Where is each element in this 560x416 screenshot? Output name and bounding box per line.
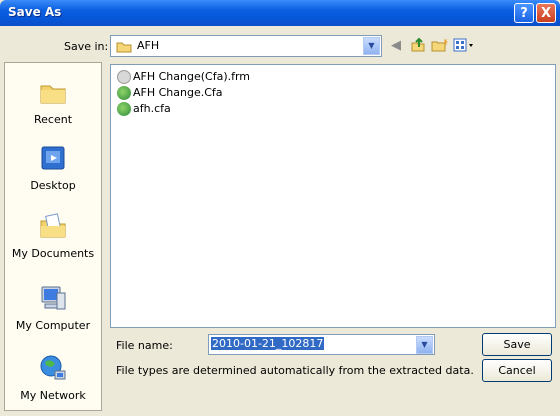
chevron-down-icon[interactable]: ▼ [416,336,433,354]
place-recent[interactable]: Recent [5,77,101,126]
views-menu-icon[interactable] [452,37,478,55]
chevron-down-icon[interactable]: ▼ [363,37,380,55]
folder-icon [116,42,132,53]
new-folder-icon[interactable] [430,37,450,55]
file-list[interactable]: AFH Change(Cfa).frm AFH Change.Cfa afh.c… [110,64,556,328]
my-documents-icon [40,213,66,238]
place-recent-label: Recent [33,113,73,126]
my-computer-icon [41,286,66,310]
up-folder-icon[interactable] [408,37,428,55]
desktop-icon [41,146,65,170]
place-my-documents-label: My Documents [11,247,95,260]
file-name-text: afh.cfa [133,102,171,115]
file-name-label: File name: [116,339,173,352]
save-in-label: Save in: [64,40,109,53]
frm-file-icon [117,70,131,84]
file-types-note: File types are determined automatically … [116,364,474,377]
place-my-computer[interactable]: My Computer [5,283,101,332]
place-my-network-label: My Network [20,389,86,402]
window-title: Save As [8,5,62,19]
save-in-dropdown[interactable]: AFH ▼ [110,35,382,57]
place-desktop-label: Desktop [30,179,76,192]
places-bar: Recent Desktop My Documents My Computer … [4,62,102,411]
save-as-dialog: Save As ? X Save in: AFH ▼ ◀ Recent Desk… [0,0,560,416]
my-network-icon [40,355,66,380]
save-button[interactable]: Save [482,333,552,356]
title-bar[interactable]: Save As ? X [0,0,560,26]
cfa-file-icon [117,102,131,116]
cancel-button[interactable]: Cancel [482,359,552,382]
help-button[interactable]: ? [514,3,534,23]
file-name-text: AFH Change.Cfa [133,86,223,99]
recent-icon [40,85,66,104]
cfa-file-icon [117,86,131,100]
file-name-text: AFH Change(Cfa).frm [133,70,251,83]
file-name-value: 2010-01-21_102817 [211,337,325,350]
close-button[interactable]: X [536,3,556,23]
place-my-documents[interactable]: My Documents [5,211,101,260]
place-desktop[interactable]: Desktop [5,143,101,192]
file-name-input[interactable]: 2010-01-21_102817 ▼ [208,334,435,355]
place-my-computer-label: My Computer [15,319,91,332]
back-icon[interactable]: ◀ [386,37,406,55]
save-in-value: AFH [137,39,160,52]
place-my-network[interactable]: My Network [5,353,101,402]
